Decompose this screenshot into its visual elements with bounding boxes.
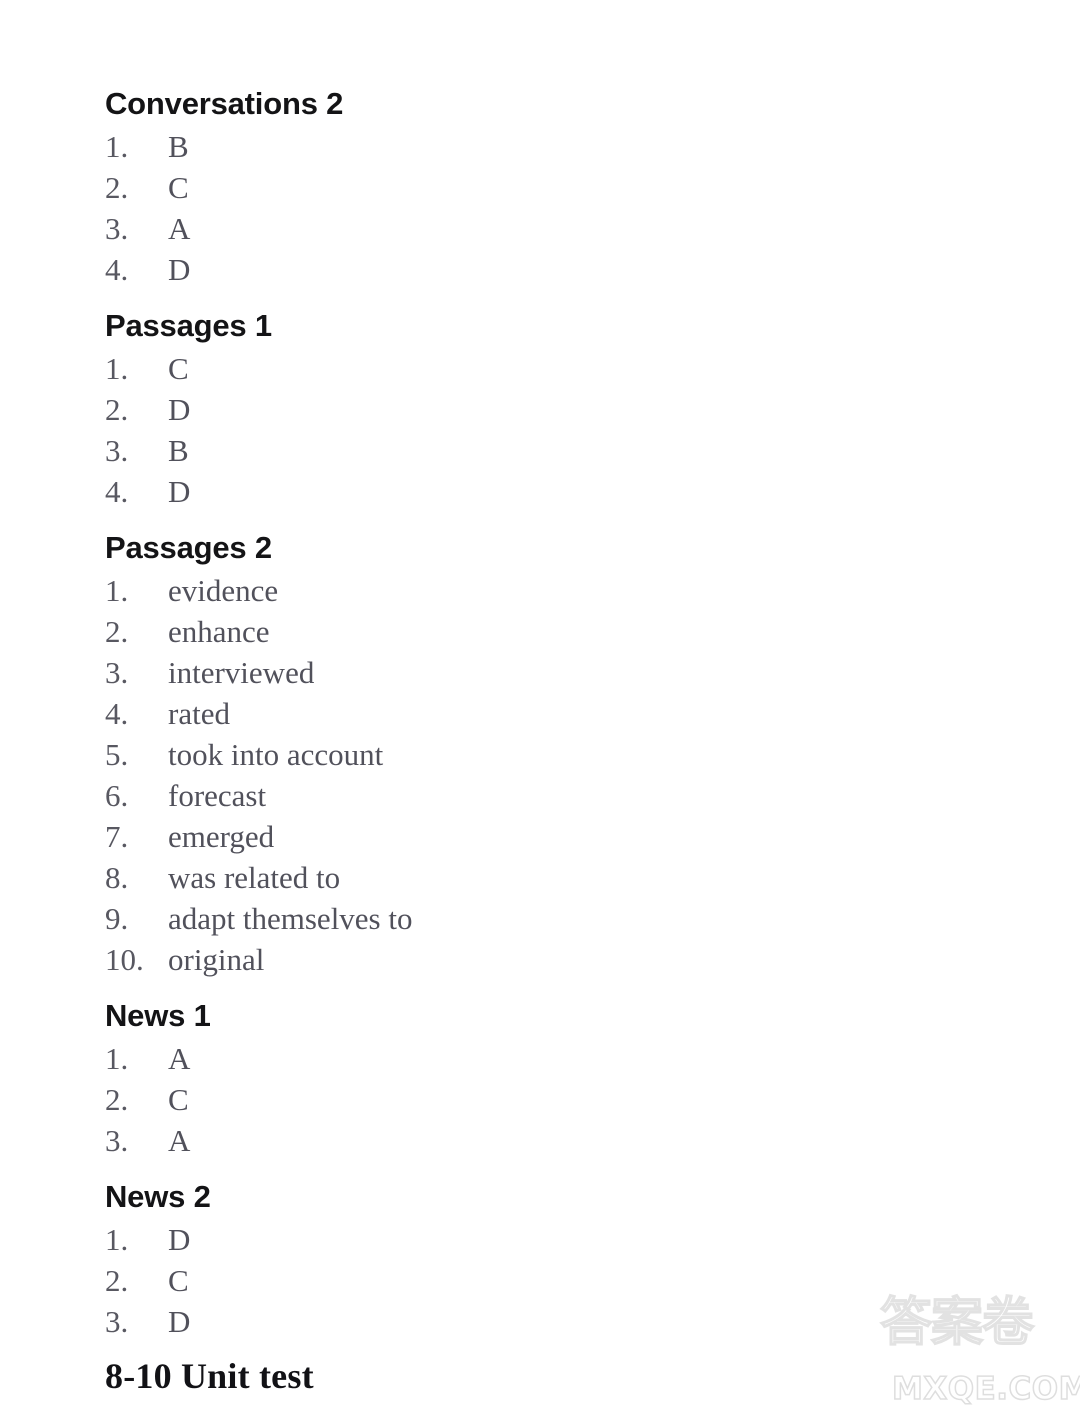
answer-row: 4. D [105,471,865,512]
answer-value: A [168,211,191,246]
section-heading: Passages 1 [105,308,272,343]
answer-row: 9. adapt themselves to [105,898,865,939]
answer-value: D [168,1304,191,1339]
answer-value: rated [168,696,230,731]
answer-row: 5. took into account [105,734,865,775]
section-heading: Conversations 2 [105,86,344,121]
answer-value: C [168,351,189,386]
answer-value: D [168,392,191,427]
answer-section: Passages 2 1. evidence 2. enhance 3. interview… [105,530,865,980]
answer-row: 2. enhance [105,611,865,652]
answer-row: 3. A [105,208,865,249]
answer-number: 4. [105,696,129,731]
answer-value: C [168,170,189,205]
answer-number: 1. [105,129,129,164]
answer-section: News 1 1. A 2. C 3. A [105,998,865,1161]
answer-section: News 2 1. D 2. C 3. D [105,1179,865,1342]
answer-section: Conversations 2 1. B 2. C 3. A 4. D [105,86,865,290]
answer-value: D [168,1222,191,1257]
answer-number: 2. [105,170,129,205]
answer-value: B [168,433,189,468]
answer-value: D [168,252,191,287]
answer-number: 3. [105,211,129,246]
answer-value: was related to [168,860,341,895]
answer-list: 1. D 2. C 3. D [105,1219,865,1342]
answer-row: 2. C [105,1079,865,1120]
answer-number: 4. [105,474,129,509]
answer-value: D [168,474,191,509]
watermark: 答案卷 MXQE.COM [879,1292,1080,1417]
answer-row: 3. B [105,430,865,471]
answer-value: A [168,1041,191,1076]
answer-list: 1. C 2. D 3. B 4. D [105,348,865,512]
watermark-domain-text: MXQE.COM [891,1371,1080,1407]
answer-number: 6. [105,778,129,813]
answer-row: 6. forecast [105,775,865,816]
answer-number: 1. [105,573,129,608]
answer-value: took into account [168,737,384,772]
answer-value: C [168,1082,189,1117]
answer-value: enhance [168,614,270,649]
answer-row: 1. A [105,1038,865,1079]
document-page: Conversations 2 1. B 2. C 3. A 4. D Passages 1 1. C… [0,0,1080,1421]
answer-row: 2. C [105,167,865,208]
watermark-cjk-text: 答案卷 [879,1292,1034,1353]
answer-number: 1. [105,351,129,386]
answer-number: 1. [105,1222,129,1257]
answer-section: Passages 1 1. C 2. D 3. B 4. D [105,308,865,512]
answer-number: 3. [105,1304,129,1339]
answer-number: 3. [105,1123,129,1158]
answer-value: C [168,1263,189,1298]
answer-number: 10. [105,942,144,977]
answer-number: 2. [105,1082,129,1117]
answer-row: 10. original [105,939,865,980]
answer-value: interviewed [168,655,315,690]
answer-row: 1. D [105,1219,865,1260]
answer-number: 2. [105,392,129,427]
answer-row: 4. D [105,249,865,290]
answer-value: adapt themselves to [168,901,413,936]
answer-list: 1. B 2. C 3. A 4. D [105,126,865,290]
answer-key-content: Conversations 2 1. B 2. C 3. A 4. D Passages 1 1. C… [105,86,865,1398]
answer-row: 4. rated [105,693,865,734]
answer-number: 9. [105,901,129,936]
answer-row: 8. was related to [105,857,865,898]
answer-row: 3. interviewed [105,652,865,693]
section-heading: News 1 [105,998,211,1033]
answer-value: forecast [168,778,267,813]
answer-row: 3. D [105,1301,865,1342]
answer-row: 2. C [105,1260,865,1301]
answer-list: 1. A 2. C 3. A [105,1038,865,1161]
unit-test-title: 8-10 Unit test [105,1356,314,1396]
answer-row: 2. D [105,389,865,430]
section-heading: News 2 [105,1179,211,1214]
answer-row: 7. emerged [105,816,865,857]
answer-row: 1. B [105,126,865,167]
answer-row: 1. C [105,348,865,389]
answer-number: 1. [105,1041,129,1076]
answer-number: 8. [105,860,129,895]
answer-number: 3. [105,655,129,690]
answer-value: original [168,942,265,977]
answer-number: 4. [105,252,129,287]
answer-number: 7. [105,819,129,854]
answer-row: 1. evidence [105,570,865,611]
answer-number: 2. [105,614,129,649]
answer-value: emerged [168,819,275,854]
answer-number: 3. [105,433,129,468]
answer-value: B [168,129,189,164]
answer-value: A [168,1123,191,1158]
answer-list: 1. evidence 2. enhance 3. interviewed 4. rated 5… [105,570,865,980]
answer-row: 3. A [105,1120,865,1161]
answer-number: 5. [105,737,129,772]
answer-value: evidence [168,573,279,608]
answer-number: 2. [105,1263,129,1298]
section-heading: Passages 2 [105,530,272,565]
